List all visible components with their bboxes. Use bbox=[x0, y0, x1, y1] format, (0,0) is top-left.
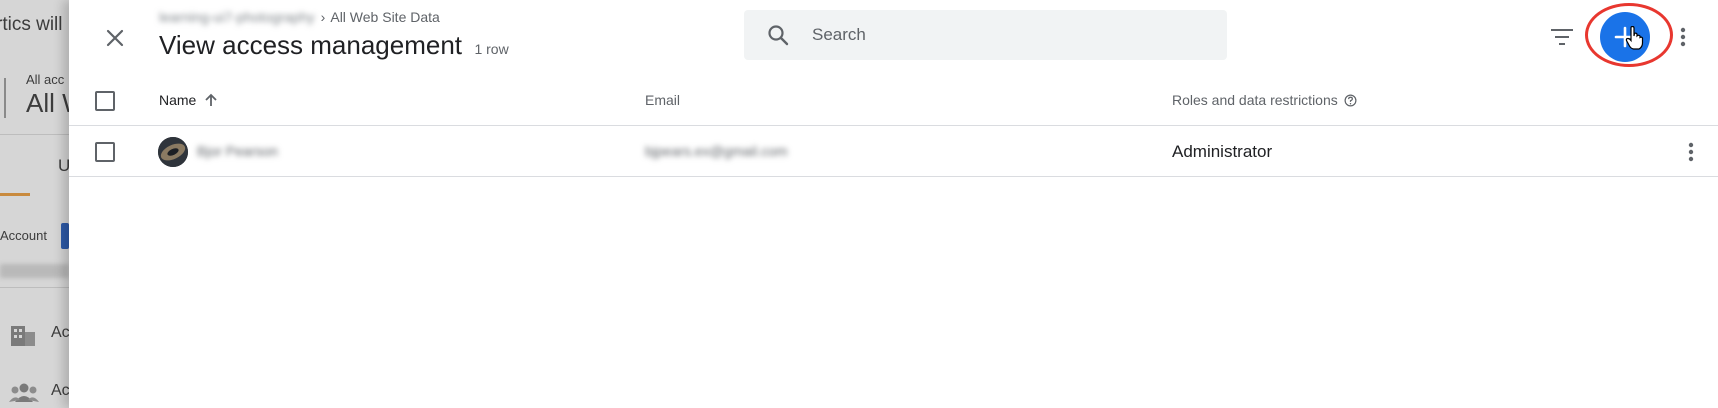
add-user-button[interactable] bbox=[1600, 12, 1650, 62]
table-row[interactable]: Bjor Pearson bjpears.ex@gmail.com Admini… bbox=[69, 127, 1718, 177]
search-box[interactable] bbox=[744, 10, 1227, 60]
arrow-up-icon bbox=[205, 93, 217, 106]
row-more-button[interactable] bbox=[1683, 139, 1699, 165]
filter-button[interactable] bbox=[1547, 22, 1577, 52]
select-all-checkbox[interactable] bbox=[95, 91, 115, 111]
user-role: Administrator bbox=[1172, 142, 1273, 161]
user-email: bjpears.ex@gmail.com bbox=[645, 143, 788, 159]
access-management-panel: learning-ui7-photography › All Web Site … bbox=[69, 0, 1718, 408]
column-header-roles: Roles and data restrictions bbox=[1172, 92, 1357, 108]
breadcrumb: learning-ui7-photography › All Web Site … bbox=[159, 9, 440, 25]
avatar bbox=[158, 137, 188, 167]
more-vert-icon bbox=[1680, 27, 1686, 47]
help-icon[interactable] bbox=[1344, 94, 1357, 107]
background-tab-fragment: U bbox=[58, 156, 69, 175]
plus-icon bbox=[1614, 26, 1636, 48]
column-header-roles-label: Roles and data restrictions bbox=[1172, 92, 1338, 108]
page-title: View access management bbox=[159, 30, 463, 60]
more-vert-icon bbox=[1688, 142, 1694, 162]
row-count: 1 row bbox=[474, 41, 509, 57]
close-icon bbox=[106, 29, 124, 47]
background-account-label: Account bbox=[0, 228, 47, 243]
close-button[interactable] bbox=[99, 22, 131, 54]
title-row: View access management 1 row bbox=[159, 30, 509, 61]
background-nav-item-1: Ac bbox=[51, 324, 69, 341]
background-title-fragment: rtics will bbox=[0, 14, 63, 35]
column-header-email[interactable]: Email bbox=[645, 92, 680, 108]
column-header-name-label: Name bbox=[159, 92, 197, 108]
background-nav-item-2: Ac bbox=[51, 382, 69, 399]
column-header-name[interactable]: Name bbox=[159, 92, 218, 108]
row-checkbox[interactable] bbox=[95, 142, 115, 162]
building-icon bbox=[9, 322, 37, 353]
search-icon bbox=[768, 25, 789, 46]
background-account-small: All acc bbox=[26, 72, 65, 87]
more-options-button[interactable] bbox=[1673, 20, 1693, 54]
background-account-big: All W bbox=[26, 88, 69, 118]
breadcrumb-current[interactable]: All Web Site Data bbox=[330, 9, 439, 25]
breadcrumb-separator: › bbox=[320, 9, 326, 25]
people-icon bbox=[9, 382, 39, 408]
background-page: rtics will All acc All W U Account Ac Ac bbox=[0, 0, 69, 408]
user-name: Bjor Pearson bbox=[197, 143, 278, 159]
filter-icon bbox=[1551, 29, 1573, 45]
table-header: Name Email Roles and data restrictions bbox=[69, 76, 1718, 126]
breadcrumb-account[interactable]: learning-ui7-photography bbox=[159, 9, 315, 25]
search-input[interactable] bbox=[812, 10, 1212, 60]
